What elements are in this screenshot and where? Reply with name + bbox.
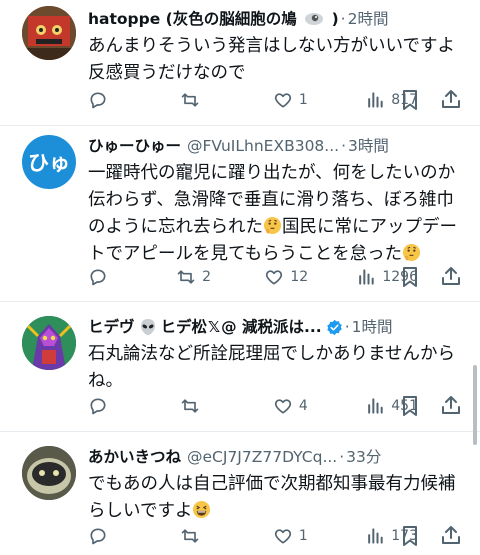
views-icon bbox=[359, 269, 375, 285]
like-button[interactable]: 12 bbox=[264, 267, 308, 287]
like-count: 1 bbox=[298, 92, 308, 108]
post-hyuhyu[interactable]: ひゅ ひゅーひゅー @FVuILhnEXB308... · 3時間 一躍時代の寵… bbox=[0, 126, 480, 302]
avatar[interactable] bbox=[22, 6, 76, 60]
avatar-image bbox=[22, 316, 76, 370]
user-handle[interactable]: @FVuILhnEXB308... bbox=[187, 133, 339, 159]
reply-icon bbox=[90, 398, 106, 415]
repost-button[interactable]: 2 bbox=[176, 267, 216, 287]
post-hidevu[interactable]: ヒデヴ ヒデ松 𝕏 @ 減税派は... · 1時間 石丸論法など所詮屁理屈でしか… bbox=[0, 302, 480, 432]
share-icon[interactable] bbox=[440, 524, 462, 546]
display-name-part1: ヒデヴ bbox=[88, 318, 135, 336]
repost-icon bbox=[182, 399, 199, 413]
repost-button[interactable] bbox=[180, 396, 220, 416]
bookmark-icon[interactable] bbox=[400, 266, 420, 288]
action-bar: 4 451 bbox=[88, 391, 418, 421]
bookmark-icon[interactable] bbox=[400, 395, 420, 417]
display-name-part2: ヒデ松 bbox=[160, 318, 208, 336]
avatar[interactable]: ひゅ bbox=[22, 135, 76, 189]
heart-icon bbox=[274, 399, 291, 414]
post-text-body: でもあの人は自己評価で次期都知事最有力候補らしいですよ bbox=[88, 474, 456, 521]
display-name-text: hatoppe (灰色の脳細胞の鳩 bbox=[88, 10, 297, 28]
heart-icon bbox=[274, 529, 291, 544]
timestamp[interactable]: 1時間 bbox=[352, 314, 393, 340]
display-name[interactable]: ひゅーひゅー bbox=[88, 133, 181, 159]
like-button[interactable]: 4 bbox=[273, 396, 313, 416]
reply-button[interactable] bbox=[88, 267, 128, 287]
alien-emoji-icon bbox=[140, 319, 155, 335]
action-bar: 1 817 bbox=[88, 85, 418, 115]
post-header: ヒデヴ ヒデ松 𝕏 @ 減税派は... · 1時間 bbox=[88, 314, 466, 340]
display-name-suffix: ) bbox=[331, 10, 339, 28]
timeline-feed: hatoppe (灰色の脳細胞の鳩 ) · 2時間 あんまりそういう発言はしない… bbox=[0, 0, 480, 555]
timestamp[interactable]: 33分 bbox=[346, 444, 381, 470]
bookmark-icon[interactable] bbox=[400, 525, 420, 547]
reply-button[interactable] bbox=[88, 90, 128, 110]
post-text: でもあの人は自己評価で次期都知事最有力候補らしいですよ bbox=[88, 471, 466, 525]
post-text: 一躍時代の寵児に躍り出たが、何をしたいのか伝わらず、急滑降で垂直に滑り落ち、ぼろ… bbox=[88, 160, 466, 268]
reply-icon bbox=[90, 528, 106, 545]
x-logo-icon: 𝕏 bbox=[208, 318, 221, 336]
repost-icon bbox=[177, 270, 195, 284]
views-icon bbox=[368, 398, 383, 414]
display-name[interactable]: あかいきつね bbox=[88, 444, 181, 470]
avatar[interactable] bbox=[22, 316, 76, 370]
scrollbar-thumb[interactable] bbox=[473, 365, 477, 445]
action-bar: 1 173 bbox=[88, 521, 418, 551]
repost-button[interactable] bbox=[180, 526, 220, 546]
avatar[interactable] bbox=[22, 446, 76, 500]
grinning-squinting-emoji-icon bbox=[193, 500, 211, 519]
share-icon[interactable] bbox=[440, 88, 462, 110]
repost-icon bbox=[182, 93, 199, 107]
repost-count: 2 bbox=[202, 269, 212, 285]
post-text: 石丸論法など所詮屁理屈でしかありませんからね。 bbox=[88, 344, 455, 391]
timestamp[interactable]: 3時間 bbox=[348, 133, 389, 159]
post-header: あかいきつね @eCJ7J7Z77DYCq... · 33分 bbox=[88, 444, 466, 470]
avatar-image bbox=[22, 446, 76, 500]
display-name-part3: @ 減税派は... bbox=[221, 318, 322, 336]
verified-badge-icon bbox=[326, 319, 342, 335]
repost-icon bbox=[182, 529, 199, 543]
reply-icon bbox=[90, 269, 106, 286]
share-icon[interactable] bbox=[440, 265, 462, 287]
separator-dot: · bbox=[339, 448, 345, 466]
post-header: ひゅーひゅー @FVuILhnEXB308... · 3時間 bbox=[88, 133, 466, 159]
views-icon bbox=[368, 92, 383, 108]
views-icon bbox=[368, 528, 383, 544]
heart-icon bbox=[274, 93, 291, 108]
user-handle[interactable]: @eCJ7J7Z77DYCq... bbox=[187, 444, 337, 470]
avatar-text: ひゅ bbox=[28, 151, 70, 175]
eye-emoji-icon bbox=[305, 13, 324, 25]
display-name[interactable]: hatoppe (灰色の脳細胞の鳩 ) bbox=[88, 6, 339, 32]
reply-button[interactable] bbox=[88, 396, 128, 416]
post-text: あんまりそういう発言はしない方がいいですよ反感買うだけなので bbox=[88, 36, 455, 83]
like-button[interactable]: 1 bbox=[273, 526, 313, 546]
avatar-image bbox=[22, 6, 76, 60]
reply-button[interactable] bbox=[88, 526, 128, 546]
post-header: hatoppe (灰色の脳細胞の鳩 ) · 2時間 bbox=[88, 6, 466, 32]
like-count: 1 bbox=[298, 528, 308, 544]
thinking-face-emoji-icon bbox=[403, 243, 421, 262]
like-count: 4 bbox=[298, 398, 308, 414]
action-bar: 2 12 1296 bbox=[88, 262, 418, 292]
repost-button[interactable] bbox=[180, 90, 220, 110]
separator-dot: · bbox=[341, 137, 347, 155]
separator-dot: · bbox=[340, 10, 346, 28]
display-name[interactable]: ヒデヴ ヒデ松 𝕏 @ 減税派は... bbox=[88, 314, 343, 340]
bookmark-icon[interactable] bbox=[400, 89, 420, 111]
share-icon[interactable] bbox=[440, 394, 462, 416]
separator-dot: · bbox=[344, 318, 350, 336]
like-count: 12 bbox=[290, 269, 309, 285]
post-akaikitsune[interactable]: あかいきつね @eCJ7J7Z77DYCq... · 33分 でもあの人は自己評… bbox=[0, 432, 480, 555]
like-button[interactable]: 1 bbox=[273, 90, 313, 110]
timestamp[interactable]: 2時間 bbox=[348, 6, 389, 32]
thinking-face-emoji-icon bbox=[263, 216, 282, 235]
post-hatoppe[interactable]: hatoppe (灰色の脳細胞の鳩 ) · 2時間 あんまりそういう発言はしない… bbox=[0, 0, 480, 126]
heart-icon bbox=[266, 270, 283, 285]
reply-icon bbox=[90, 92, 106, 109]
